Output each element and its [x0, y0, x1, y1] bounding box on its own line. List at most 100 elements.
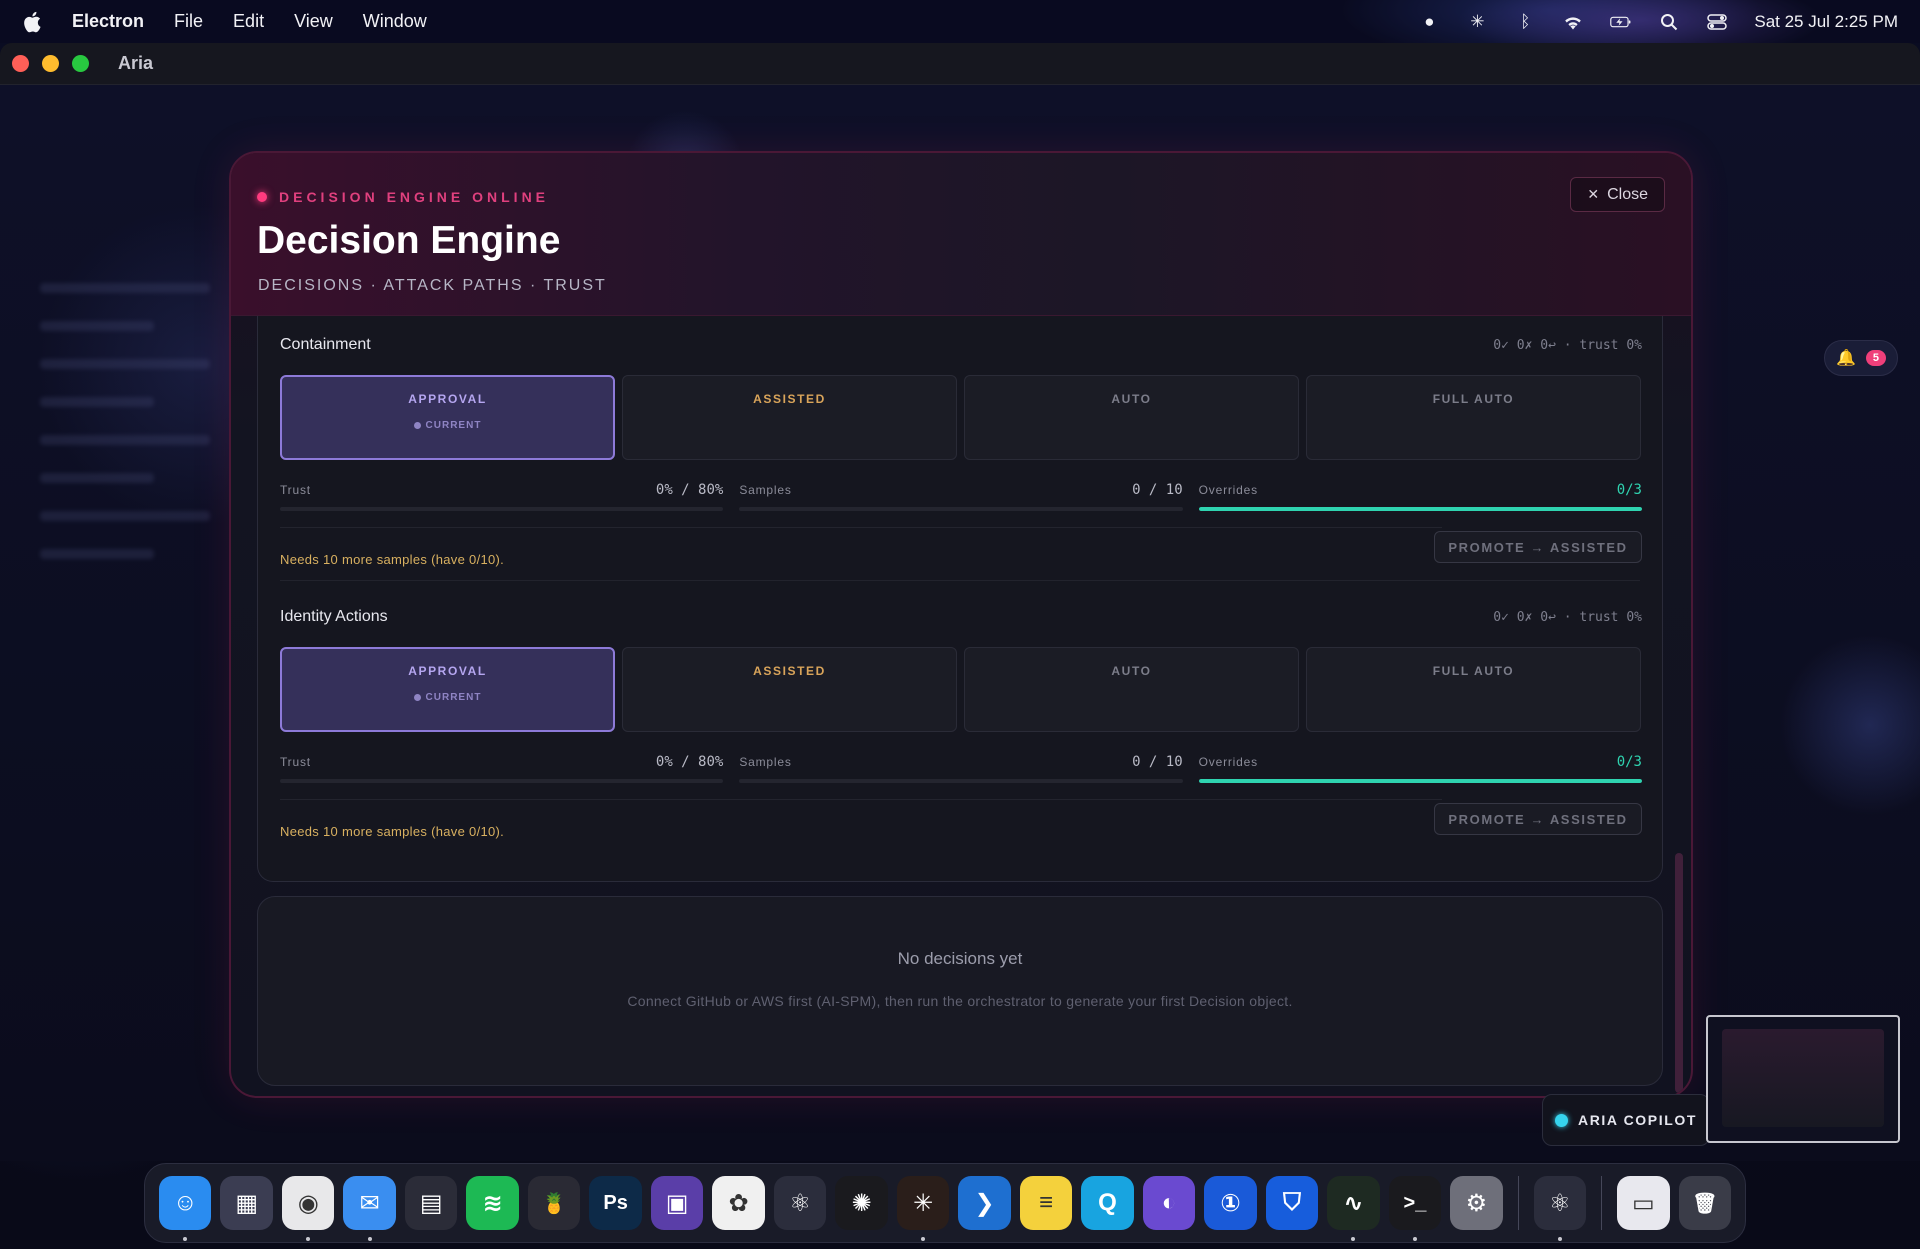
- bluetooth-icon[interactable]: ᛒ: [1514, 11, 1536, 33]
- running-indicator: [1351, 1237, 1356, 1241]
- policy-name: Identity Actions: [280, 608, 388, 625]
- chrome-icon[interactable]: ◉: [281, 1176, 335, 1241]
- clapper-icon[interactable]: ▣: [650, 1176, 704, 1230]
- menu-app-name[interactable]: Electron: [72, 11, 144, 32]
- policy-divider: [280, 580, 1640, 581]
- samples-metric: Samples 0 / 10: [739, 482, 1183, 511]
- autonomy-level-selector: APPROVAL CURRENT ASSISTED AUTO FULL AUTO: [280, 375, 1642, 460]
- close-button-label: Close: [1607, 185, 1648, 203]
- menu-file[interactable]: File: [174, 11, 203, 32]
- modal-scrollbar[interactable]: [1675, 853, 1683, 1093]
- trust-metric: Trust 0% / 80%: [280, 482, 724, 511]
- promotion-requirement-text: Needs 10 more samples (have 0/10).: [280, 551, 505, 567]
- electron-icon[interactable]: ⚛: [1533, 1176, 1587, 1241]
- footer-divider: [280, 799, 1442, 800]
- window-close-button[interactable]: [12, 55, 29, 72]
- level-approval-option[interactable]: APPROVAL CURRENT: [280, 647, 615, 732]
- cocktail-icon[interactable]: 🍍: [527, 1176, 581, 1230]
- record-icon[interactable]: ●: [1418, 11, 1440, 33]
- overrides-progress-bar: [1198, 779, 1642, 783]
- window-minimize-button[interactable]: [42, 55, 59, 72]
- spotlight-icon[interactable]: [1658, 11, 1680, 33]
- level-full-auto-option[interactable]: FULL AUTO: [1306, 375, 1641, 460]
- overrides-progress-fill: [1198, 507, 1642, 511]
- window-zoom-button[interactable]: [72, 55, 89, 72]
- close-button[interactable]: ✕ Close: [1570, 177, 1665, 212]
- bell-icon: 🔔: [1836, 350, 1856, 367]
- running-indicator: [367, 1237, 372, 1241]
- overrides-metric: Overrides 0/3: [1198, 482, 1642, 511]
- document-icon[interactable]: ▭: [1617, 1176, 1670, 1230]
- electron-icon[interactable]: ⚛: [773, 1176, 827, 1230]
- finder-icon[interactable]: ☺: [159, 1176, 212, 1241]
- quicktime-icon[interactable]: Q: [1081, 1176, 1134, 1230]
- vscode-icon[interactable]: ❯: [958, 1176, 1011, 1230]
- app-body: 🔔 5 DECISION ENGINE ONLINE Decision Engi…: [0, 85, 1920, 1161]
- level-label: AUTO: [1111, 392, 1152, 406]
- window-titlebar[interactable]: Aria: [0, 43, 1920, 85]
- policy-footer: Needs 10 more samples (have 0/10). PROMO…: [280, 527, 1642, 567]
- samples-value: 0 / 10: [1132, 754, 1183, 770]
- wifi-icon[interactable]: [1562, 11, 1584, 33]
- onepassword-icon[interactable]: ①: [1204, 1176, 1257, 1230]
- copilot-label: ARIA COPILOT: [1578, 1112, 1698, 1128]
- samples-progress-bar: [739, 507, 1183, 511]
- notes-icon[interactable]: ≡: [1019, 1176, 1073, 1230]
- current-level-text: CURRENT: [425, 692, 482, 703]
- menu-edit[interactable]: Edit: [233, 11, 264, 32]
- bitwarden-icon[interactable]: ⛉: [1265, 1176, 1319, 1230]
- empty-state-title: No decisions yet: [897, 949, 1023, 968]
- photoshop-icon[interactable]: Ps: [589, 1176, 642, 1230]
- background-sidebar: [30, 255, 220, 855]
- current-level-badge: CURRENT: [413, 420, 482, 431]
- trash-icon[interactable]: 🗑: [1678, 1176, 1732, 1230]
- modal-content: Containment 0✓ 0✗ 0↩ · trust 0% APPROVAL…: [257, 316, 1663, 1086]
- running-indicator: [306, 1237, 311, 1241]
- autonomy-policies-card: Containment 0✓ 0✗ 0↩ · trust 0% APPROVAL…: [257, 316, 1663, 882]
- menu-bar: Electron File Edit View Window ● ✳ ᛒ Sat…: [0, 0, 1920, 43]
- snowflake-icon[interactable]: ✳: [1466, 11, 1488, 33]
- level-assisted-option[interactable]: ASSISTED: [622, 375, 957, 460]
- chatgpt-icon[interactable]: ✺: [835, 1176, 888, 1230]
- photos-icon[interactable]: ✿: [712, 1176, 765, 1230]
- menu-window[interactable]: Window: [363, 11, 427, 32]
- activity-monitor-icon[interactable]: ∿: [1327, 1176, 1380, 1241]
- level-label: AUTO: [1111, 664, 1152, 678]
- tor-icon[interactable]: ◐: [1142, 1176, 1196, 1230]
- level-full-auto-option[interactable]: FULL AUTO: [1306, 647, 1641, 732]
- level-approval-option[interactable]: APPROVAL CURRENT: [280, 375, 615, 460]
- running-indicator: [1557, 1237, 1562, 1241]
- promote-button[interactable]: PROMOTE → ASSISTED: [1434, 531, 1642, 563]
- level-assisted-option[interactable]: ASSISTED: [622, 647, 957, 732]
- current-dot-icon: [413, 694, 421, 701]
- battery-charging-icon[interactable]: [1610, 11, 1632, 33]
- trust-label: Trust: [280, 483, 311, 497]
- samples-label: Samples: [739, 755, 792, 769]
- screenshot-thumbnail[interactable]: [1706, 1015, 1900, 1143]
- promote-button[interactable]: PROMOTE → ASSISTED: [1434, 803, 1642, 835]
- notifications-button[interactable]: 🔔 5: [1824, 340, 1898, 376]
- apple-icon[interactable]: [22, 11, 42, 33]
- settings-icon[interactable]: ⚙: [1450, 1176, 1503, 1230]
- control-center-icon[interactable]: [1706, 11, 1728, 33]
- menu-view[interactable]: View: [294, 11, 333, 32]
- running-indicator: [183, 1237, 188, 1241]
- terminal-icon[interactable]: >_: [1388, 1176, 1442, 1241]
- level-auto-option[interactable]: AUTO: [964, 647, 1299, 732]
- trust-value: 0% / 80%: [655, 482, 724, 498]
- modal-scrollbar-thumb[interactable]: [1675, 853, 1683, 1093]
- background-row: [40, 283, 210, 293]
- overrides-metric: Overrides 0/3: [1198, 754, 1642, 783]
- decisions-empty-state: No decisions yet Connect GitHub or AWS f…: [257, 896, 1663, 1086]
- thumbnail-preview: [1722, 1029, 1884, 1127]
- aria-copilot-button[interactable]: ARIA COPILOT: [1542, 1094, 1710, 1146]
- spotify-icon[interactable]: ≋: [466, 1176, 519, 1230]
- claude-icon[interactable]: ✳: [896, 1176, 950, 1241]
- calendar-grid-icon[interactable]: ▤: [404, 1176, 458, 1230]
- launchpad-icon[interactable]: ▦: [220, 1176, 273, 1230]
- mail-icon[interactable]: ✉: [343, 1176, 396, 1241]
- samples-progress-bar: [739, 779, 1183, 783]
- level-auto-option[interactable]: AUTO: [964, 375, 1299, 460]
- trust-value: 0% / 80%: [655, 754, 724, 770]
- menubar-clock[interactable]: Sat 25 Jul 2:25 PM: [1754, 12, 1898, 32]
